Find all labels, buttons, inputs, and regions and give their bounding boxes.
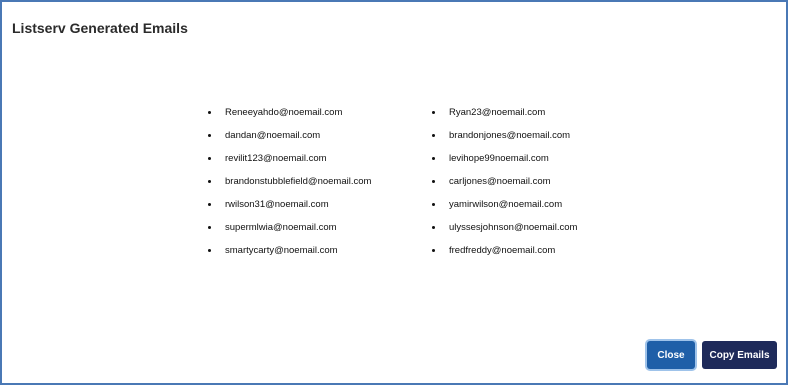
bullet-icon — [208, 203, 211, 206]
email-list-item: carljones@noemail.com — [432, 175, 577, 198]
email-address: supermlwia@noemail.com — [225, 222, 337, 233]
bullet-icon — [432, 226, 435, 229]
email-list-item: dandan@noemail.com — [208, 129, 371, 152]
bullet-icon — [432, 203, 435, 206]
email-list-right: Ryan23@noemail.com brandonjones@noemail.… — [432, 106, 577, 267]
email-list-item: Ryan23@noemail.com — [432, 106, 577, 129]
email-address: fredfreddy@noemail.com — [449, 245, 556, 256]
email-list-item: levihope99noemail.com — [432, 152, 577, 175]
email-address: brandonstubblefield@noemail.com — [225, 176, 372, 187]
email-list-item: rwilson31@noemail.com — [208, 198, 371, 221]
bullet-icon — [432, 157, 435, 160]
email-list-item: smartycarty@noemail.com — [208, 244, 371, 267]
email-list-item: brandonjones@noemail.com — [432, 129, 577, 152]
email-address: revilit123@noemail.com — [225, 153, 327, 164]
email-address: smartycarty@noemail.com — [225, 245, 338, 256]
copy-emails-button[interactable]: Copy Emails — [702, 341, 777, 369]
email-address: Reneeyahdo@noemail.com — [225, 107, 343, 118]
dialog-title: Listserv Generated Emails — [12, 20, 188, 36]
bullet-icon — [432, 180, 435, 183]
bullet-icon — [208, 134, 211, 137]
bullet-icon — [208, 111, 211, 114]
email-list-item: revilit123@noemail.com — [208, 152, 371, 175]
email-list-item: ulyssesjohnson@noemail.com — [432, 221, 577, 244]
email-address: Ryan23@noemail.com — [449, 107, 546, 118]
close-button[interactable]: Close — [647, 341, 695, 369]
email-address: carljones@noemail.com — [449, 176, 551, 187]
bullet-icon — [432, 111, 435, 114]
email-address: ulyssesjohnson@noemail.com — [449, 222, 578, 233]
email-address: dandan@noemail.com — [225, 130, 321, 141]
bullet-icon — [208, 180, 211, 183]
email-address: levihope99noemail.com — [449, 153, 549, 164]
bullet-icon — [432, 249, 435, 252]
email-list-item: supermlwia@noemail.com — [208, 221, 371, 244]
email-address: rwilson31@noemail.com — [225, 199, 329, 210]
bullet-icon — [208, 157, 211, 160]
listserv-emails-dialog: Listserv Generated Emails Reneeyahdo@noe… — [0, 0, 788, 385]
bullet-icon — [208, 226, 211, 229]
email-list-item: fredfreddy@noemail.com — [432, 244, 577, 267]
email-list-item: yamirwilson@noemail.com — [432, 198, 577, 221]
bullet-icon — [208, 249, 211, 252]
email-list-left: Reneeyahdo@noemail.com dandan@noemail.co… — [208, 106, 371, 267]
email-list-item: brandonstubblefield@noemail.com — [208, 175, 371, 198]
email-list-item: Reneeyahdo@noemail.com — [208, 106, 371, 129]
email-address: yamirwilson@noemail.com — [449, 199, 563, 210]
email-address: brandonjones@noemail.com — [449, 130, 571, 141]
bullet-icon — [432, 134, 435, 137]
